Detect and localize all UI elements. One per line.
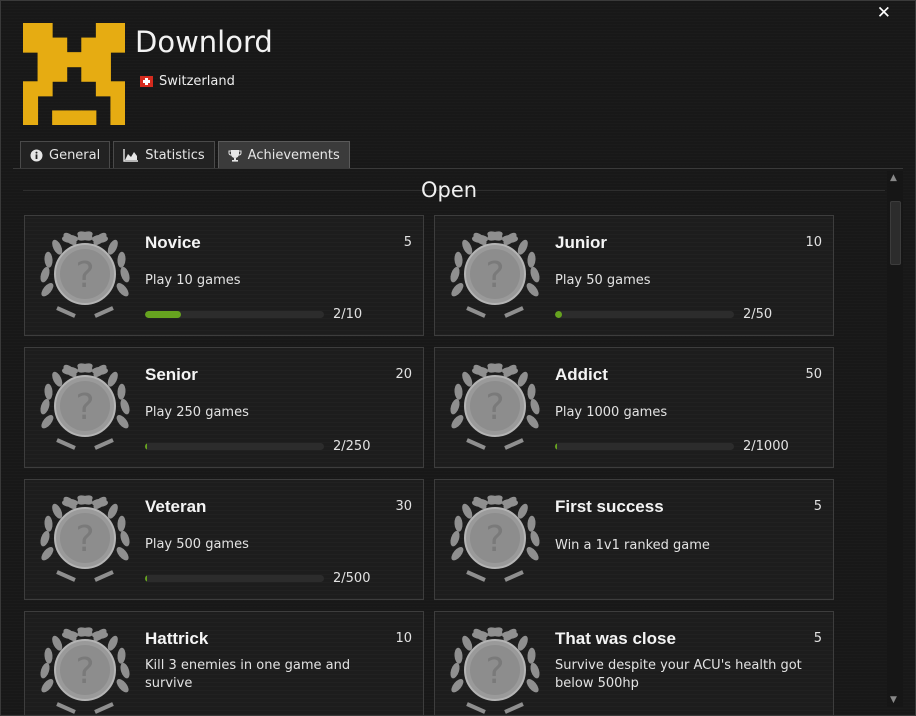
- achievement-progress-bar: [145, 575, 324, 582]
- achievement-description: Play 50 games: [555, 273, 651, 288]
- achievement-card-that-was-close: ? That was close 5 Survive despite your …: [434, 611, 834, 715]
- tab-bar: General Statistics Achievements: [20, 141, 350, 168]
- svg-text:?: ?: [75, 651, 94, 692]
- achievement-description: Play 250 games: [145, 405, 249, 420]
- achievement-progress-text: 2/1000: [743, 439, 789, 454]
- achievement-progress-bar: [145, 443, 324, 450]
- player-info-window: ✕ Downlord Switzerland General Statistic…: [0, 0, 916, 716]
- progress-fill: [145, 311, 181, 318]
- achievement-description: Play 500 games: [145, 537, 249, 552]
- achievement-description: Play 10 games: [145, 273, 241, 288]
- tab-label: Statistics: [145, 147, 205, 163]
- achievement-progress-text: 2/250: [333, 439, 371, 454]
- progress-fill: [145, 575, 148, 582]
- locked-achievement-icon: ?: [40, 363, 130, 450]
- tab-statistics[interactable]: Statistics: [113, 141, 215, 168]
- close-icon[interactable]: ✕: [877, 3, 891, 23]
- svg-text:?: ?: [485, 519, 504, 560]
- achievement-card-junior: ? Junior 10 Play 50 games 2/50: [434, 215, 834, 336]
- svg-text:?: ?: [75, 255, 94, 296]
- svg-text:?: ?: [485, 651, 504, 692]
- scroll-down-icon[interactable]: ▼: [890, 695, 897, 705]
- player-username: Downlord: [135, 25, 273, 59]
- svg-text:?: ?: [75, 519, 94, 560]
- achievement-title: First success: [555, 497, 664, 516]
- achievement-title: Junior: [555, 233, 607, 252]
- tab-achievements[interactable]: Achievements: [217, 141, 350, 168]
- svg-text:?: ?: [75, 387, 94, 428]
- section-title-open: Open: [421, 178, 478, 202]
- achievement-progress-bar: [555, 311, 734, 318]
- achievement-progress-bar: [145, 311, 324, 318]
- achievement-card-veteran: ? Veteran 30 Play 500 games 2/500: [24, 479, 424, 600]
- svg-text:?: ?: [485, 387, 504, 428]
- achievement-points: 20: [395, 367, 412, 382]
- achievement-card-addict: ? Addict 50 Play 1000 games 2/1000: [434, 347, 834, 468]
- achievement-description: Play 1000 games: [555, 405, 668, 420]
- player-country: Switzerland: [140, 74, 235, 89]
- achievement-points: 10: [805, 235, 822, 250]
- achievement-points: 5: [813, 631, 822, 646]
- switzerland-flag-icon: [140, 76, 153, 87]
- locked-achievement-icon: ?: [40, 231, 130, 318]
- achievement-card-senior: ? Senior 20 Play 250 games 2/250: [24, 347, 424, 468]
- achievement-title: Veteran: [145, 497, 207, 516]
- achievement-progress-text: 2/500: [333, 571, 371, 586]
- tab-general[interactable]: General: [20, 141, 111, 168]
- player-avatar: [23, 23, 125, 125]
- locked-achievement-icon: ?: [40, 627, 130, 714]
- achievement-title: That was close: [555, 629, 676, 648]
- achievement-points: 50: [805, 367, 822, 382]
- chart-icon: [123, 148, 139, 162]
- achievement-card-first-success: ? First success 5 Win a 1v1 ranked game: [434, 479, 834, 600]
- locked-achievement-icon: ?: [450, 231, 540, 318]
- progress-fill: [555, 443, 558, 450]
- locked-achievement-icon: ?: [450, 627, 540, 714]
- achievement-title: Novice: [145, 233, 201, 252]
- achievement-points: 30: [395, 499, 412, 514]
- country-label: Switzerland: [159, 74, 235, 89]
- vertical-scrollbar[interactable]: ▲ ▼: [887, 171, 903, 707]
- achievements-panel[interactable]: Open ? Novice 5 Play 10 games 2/10 ? Jun…: [13, 169, 887, 715]
- achievement-description: Kill 3 enemies in one game and survive: [145, 658, 351, 691]
- info-icon: [30, 149, 43, 161]
- locked-achievement-icon: ?: [40, 495, 130, 582]
- progress-fill: [555, 311, 563, 318]
- tab-label: Achievements: [247, 147, 340, 163]
- achievement-description: Survive despite your ACU's health got be…: [555, 658, 802, 691]
- achievement-progress-text: 2/10: [333, 307, 363, 322]
- trophy-icon: [228, 149, 242, 162]
- achievement-title: Hattrick: [145, 629, 209, 648]
- tab-label: General: [49, 147, 101, 163]
- achievement-title: Senior: [145, 365, 198, 384]
- svg-text:?: ?: [485, 255, 504, 296]
- achievement-card-hattrick: ? Hattrick 10 Kill 3 enemies in one game…: [24, 611, 424, 715]
- achievement-points: 5: [403, 235, 412, 250]
- locked-achievement-icon: ?: [450, 363, 540, 450]
- locked-achievement-icon: ?: [450, 495, 540, 582]
- achievement-points: 5: [813, 499, 822, 514]
- achievement-points: 10: [395, 631, 412, 646]
- achievement-progress-bar: [555, 443, 734, 450]
- scroll-up-icon[interactable]: ▲: [890, 173, 897, 183]
- progress-fill: [145, 443, 148, 450]
- achievement-card-novice: ? Novice 5 Play 10 games 2/10: [24, 215, 424, 336]
- scroll-thumb[interactable]: [890, 201, 901, 265]
- achievement-description: Win a 1v1 ranked game: [555, 538, 710, 553]
- achievement-progress-text: 2/50: [743, 307, 773, 322]
- achievement-title: Addict: [555, 365, 608, 384]
